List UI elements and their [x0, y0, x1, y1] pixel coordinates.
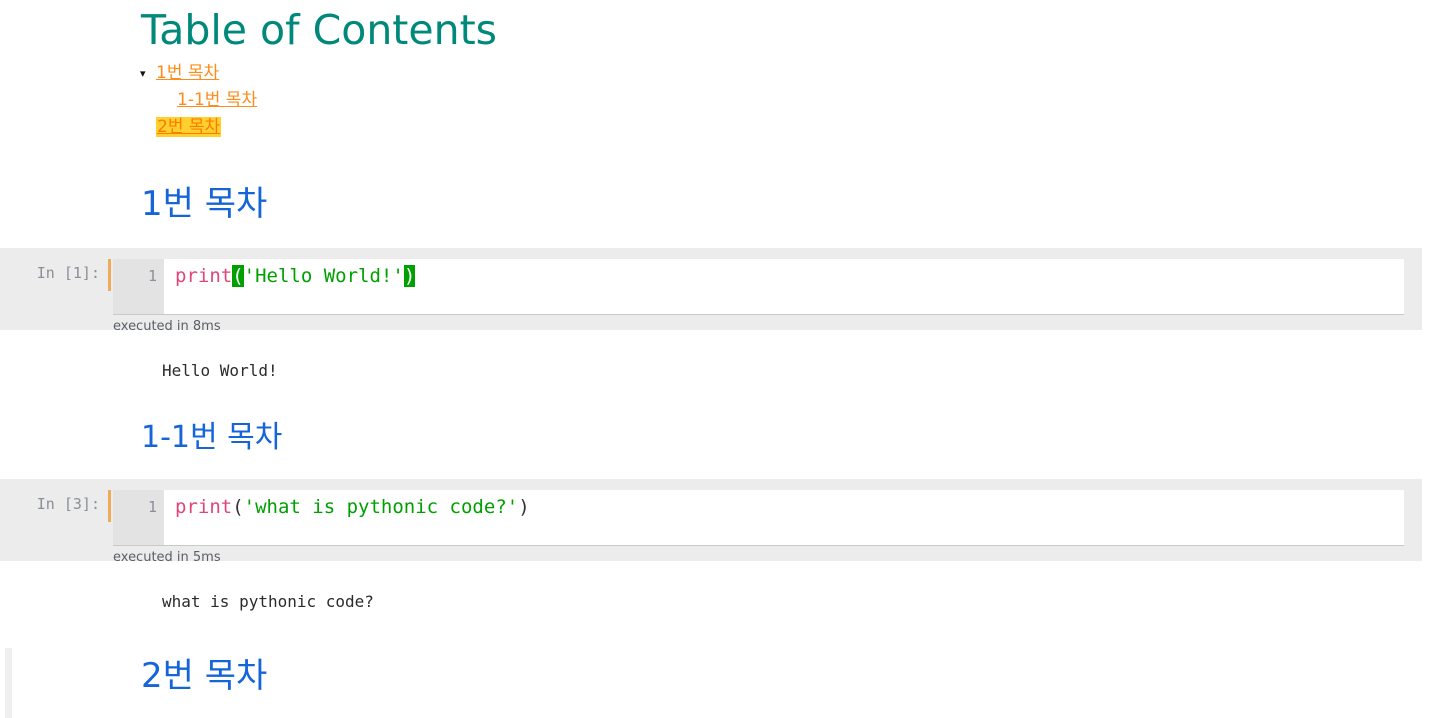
- toc-item-1[interactable]: ▾ 1번 목차: [140, 60, 1241, 87]
- code-token-function: print: [175, 496, 233, 518]
- code-token-string: 'what is pythonic code?': [243, 496, 519, 518]
- toc-link-1-1[interactable]: 1-1번 목차: [177, 90, 257, 110]
- code-token-close-paren: ): [403, 265, 416, 287]
- toc-item-1-1[interactable]: 1-1번 목차: [141, 87, 1241, 114]
- code-cell-1[interactable]: In [1]: 1 print('Hello World!') executed…: [0, 248, 1422, 334]
- table-of-contents: Table of Contents ▾ 1번 목차 1-1번 목차 2번 목차: [140, 6, 1241, 141]
- toc-link-1[interactable]: 1번 목차: [156, 63, 219, 83]
- line-number-gutter-1: 1: [113, 259, 164, 314]
- section-heading-1: 1번 목차: [141, 184, 268, 224]
- cell-output-1: Hello World!: [162, 361, 278, 380]
- toc-title: Table of Contents: [141, 6, 498, 54]
- cell-selected-indicator-1: [108, 259, 111, 291]
- execution-time-1: executed in 8ms: [113, 319, 221, 334]
- code-token-string: 'Hello World!': [243, 265, 404, 287]
- code-line-1[interactable]: print('Hello World!'): [175, 259, 416, 293]
- line-number-gutter-2: 1: [113, 490, 164, 545]
- cell-input-prompt-1: In [1]:: [36, 264, 100, 282]
- execution-time-2: executed in 5ms: [113, 550, 221, 565]
- cell-output-2: what is pythonic code?: [162, 592, 374, 611]
- code-line-2[interactable]: print('what is pythonic code?'): [175, 490, 530, 524]
- code-editor-1[interactable]: 1 print('Hello World!'): [113, 259, 1404, 314]
- code-token-open-paren: (: [232, 265, 244, 287]
- cell-input-prompt-2: In [3]:: [36, 495, 100, 513]
- cell-selected-indicator-2: [108, 490, 111, 522]
- code-editor-2[interactable]: 1 print('what is pythonic code?'): [113, 490, 1404, 545]
- code-token-function: print: [175, 265, 233, 287]
- section-heading-2: 2번 목차: [141, 656, 268, 696]
- markdown-cell-indicator: [5, 648, 12, 718]
- toc-list: ▾ 1번 목차 1-1번 목차 2번 목차: [140, 60, 1241, 141]
- toc-link-2[interactable]: 2번 목차: [156, 117, 222, 138]
- toc-item-2[interactable]: 2번 목차: [141, 114, 1241, 141]
- cell-divider-2: [113, 545, 1404, 546]
- code-token-close-paren: ): [518, 496, 530, 518]
- code-cell-2[interactable]: In [3]: 1 print('what is pythonic code?'…: [0, 479, 1422, 565]
- code-token-open-paren: (: [232, 496, 244, 518]
- cell-divider-1: [113, 314, 1404, 315]
- section-heading-1-1: 1-1번 목차: [141, 420, 283, 455]
- chevron-down-icon[interactable]: ▾: [140, 61, 152, 87]
